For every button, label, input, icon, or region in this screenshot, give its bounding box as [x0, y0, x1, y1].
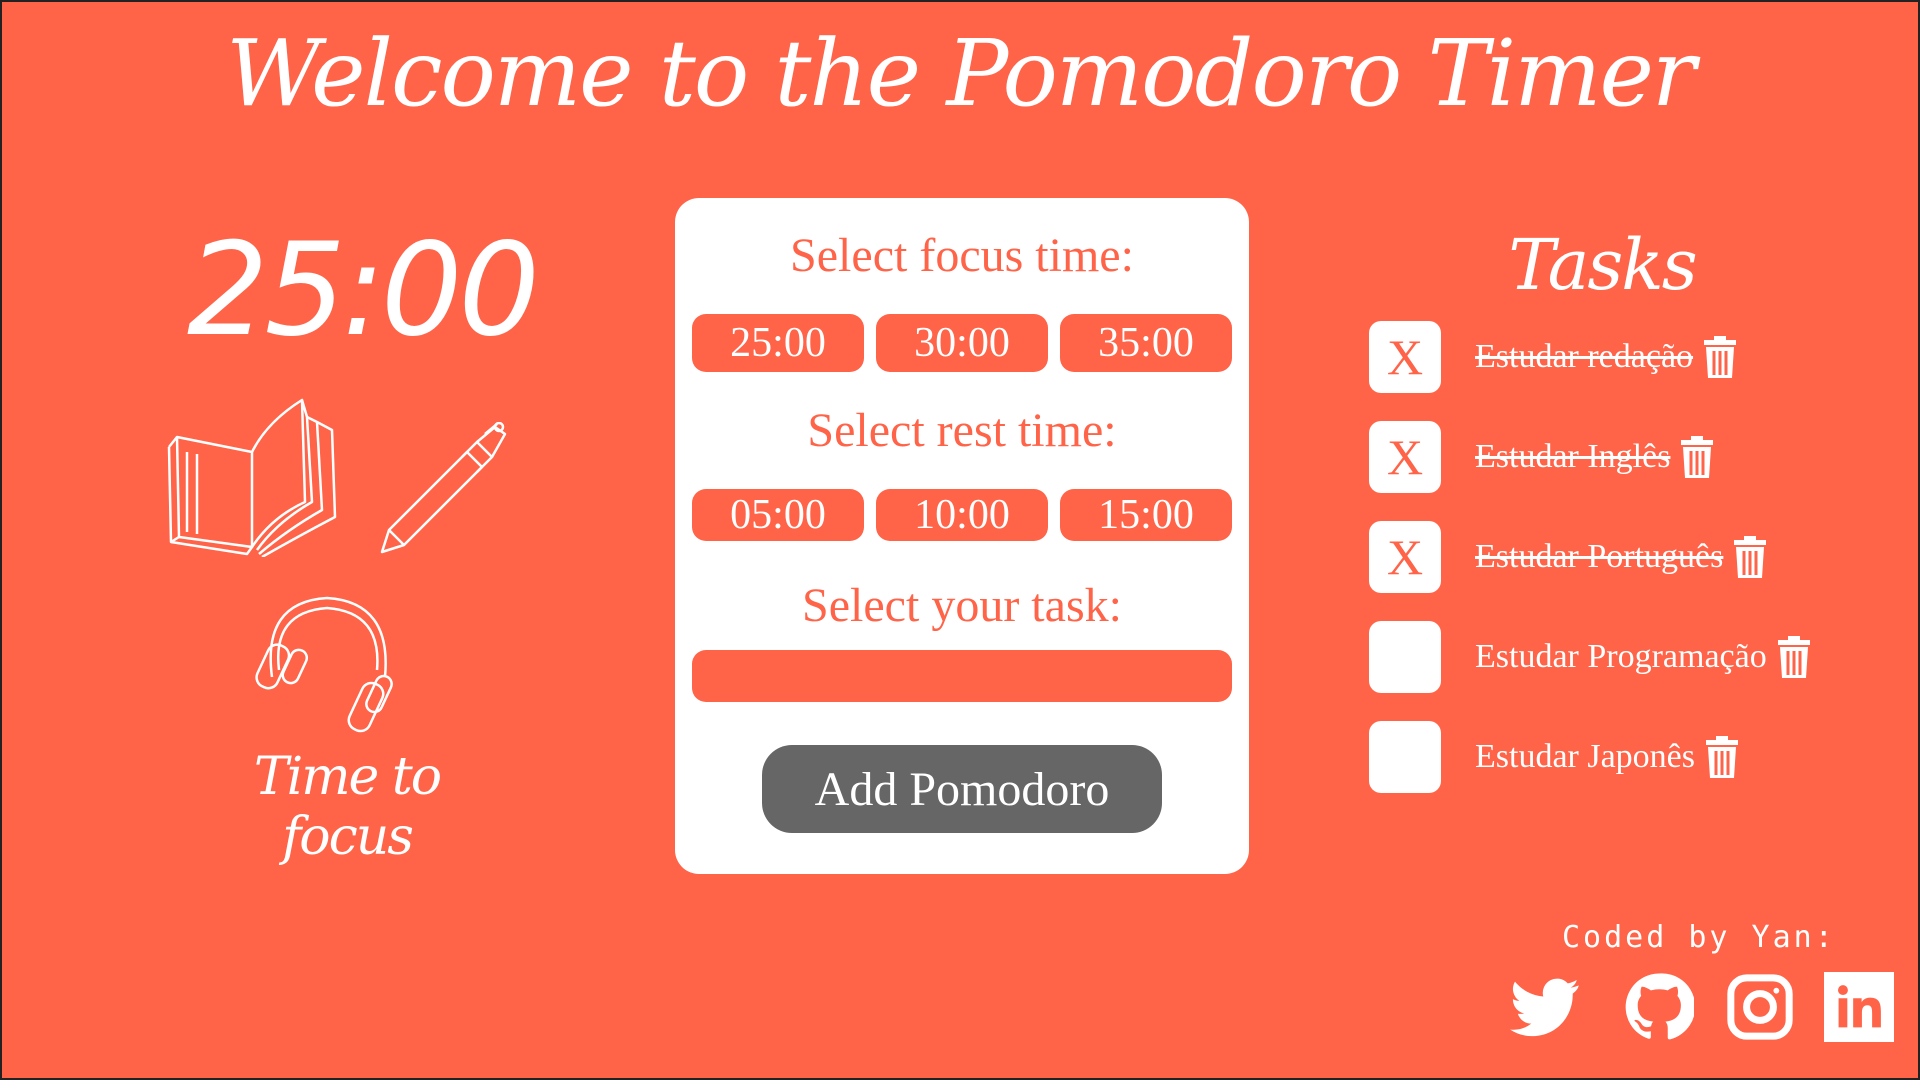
task-checkbox[interactable] — [1369, 621, 1441, 693]
headphones-icon — [255, 596, 393, 733]
trash-icon[interactable] — [1705, 734, 1739, 780]
focus-time-heading: Select focus time: — [790, 229, 1134, 282]
twitter-icon[interactable] — [1510, 972, 1580, 1042]
rest-option-10[interactable]: 10:00 — [876, 489, 1048, 541]
instagram-icon[interactable] — [1725, 972, 1795, 1042]
pen-icon — [380, 422, 507, 554]
task-checkbox[interactable]: X — [1369, 321, 1441, 393]
rest-time-heading: Select rest time: — [807, 404, 1117, 457]
rest-time-options: 05:00 10:00 15:00 — [692, 489, 1232, 541]
task-item: X Estudar Português — [1369, 521, 1767, 593]
task-label: Estudar Japonês — [1475, 738, 1696, 775]
task-label: Estudar redação — [1475, 338, 1694, 375]
task-item: Estudar Japonês — [1369, 721, 1739, 793]
task-label: Estudar Inglês — [1475, 438, 1671, 475]
add-pomodoro-button[interactable]: Add Pomodoro — [762, 745, 1162, 833]
book-icon — [167, 398, 337, 557]
page-title: Welcome to the Pomodoro Timer — [226, 20, 1696, 127]
trash-icon[interactable] — [1680, 434, 1714, 480]
tasks-title: Tasks — [1508, 224, 1697, 306]
focus-caption: Time to focus — [253, 747, 442, 867]
task-checkbox[interactable]: X — [1369, 421, 1441, 493]
task-item: X Estudar redação — [1369, 321, 1737, 393]
focus-option-30[interactable]: 30:00 — [876, 314, 1048, 372]
task-item: Estudar Programação — [1369, 621, 1811, 693]
linkedin-icon[interactable] — [1824, 972, 1894, 1042]
pomodoro-config-card: Select focus time: 25:00 30:00 35:00 Sel… — [675, 198, 1249, 874]
focus-time-options: 25:00 30:00 35:00 — [692, 314, 1232, 372]
trash-icon[interactable] — [1733, 534, 1767, 580]
trash-icon[interactable] — [1777, 634, 1811, 680]
task-heading: Select your task: — [802, 579, 1122, 632]
credit-text: Coded by Yan: — [1562, 920, 1836, 955]
focus-option-25[interactable]: 25:00 — [692, 314, 864, 372]
focus-option-35[interactable]: 35:00 — [1060, 314, 1232, 372]
timer-display: 25:00 — [187, 216, 540, 365]
task-checkbox[interactable] — [1369, 721, 1441, 793]
trash-icon[interactable] — [1703, 334, 1737, 380]
rest-option-15[interactable]: 15:00 — [1060, 489, 1232, 541]
task-label: Estudar Português — [1475, 538, 1724, 575]
task-item: X Estudar Inglês — [1369, 421, 1714, 493]
task-input[interactable] — [692, 650, 1232, 702]
github-icon[interactable] — [1624, 972, 1694, 1042]
rest-option-05[interactable]: 05:00 — [692, 489, 864, 541]
task-label: Estudar Programação — [1475, 638, 1767, 675]
task-checkbox[interactable]: X — [1369, 521, 1441, 593]
